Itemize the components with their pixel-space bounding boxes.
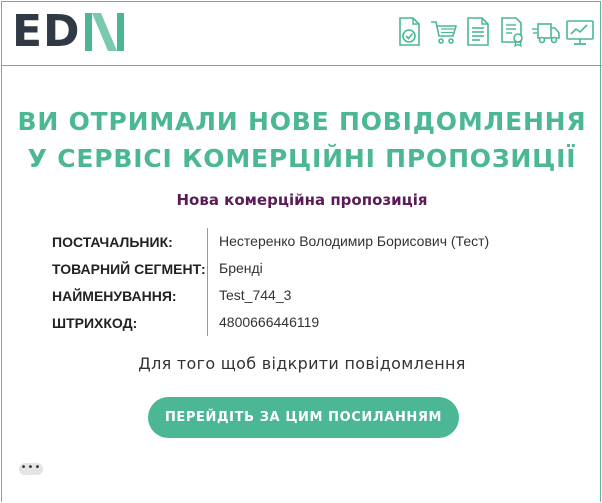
details-table: ПОСТАЧАЛЬНИК: Нестеренко Володимир Борис… xyxy=(52,228,489,336)
email-header: ED xyxy=(2,2,602,66)
supplier-value: Нестеренко Володимир Борисович (Тест) xyxy=(207,228,489,255)
headline-line-1: ВИ ОТРИМАЛИ НОВЕ ПОВІДОМЛЕННЯ xyxy=(17,107,587,136)
shopping-cart-icon[interactable] xyxy=(430,16,458,48)
name-label: НАЙМЕНУВАННЯ: xyxy=(52,287,177,304)
message-headline: ВИ ОТРИМАЛИ НОВЕ ПОВІДОМЛЕННЯ У СЕРВІСІ … xyxy=(2,103,602,177)
logo-n-mark xyxy=(84,13,124,51)
document-lines-icon[interactable] xyxy=(464,16,492,48)
more-options-button[interactable]: ••• xyxy=(19,463,43,475)
edin-logo: ED xyxy=(12,6,127,57)
segment-value: Бренді xyxy=(207,255,263,282)
delivery-truck-icon[interactable] xyxy=(532,16,560,48)
barcode-value: 4800666446119 xyxy=(207,309,319,336)
segment-label: ТОВАРНИЙ СЕГМЕНТ: xyxy=(52,260,206,277)
headline-line-2: У СЕРВІСІ КОМЕРЦІЙНІ ПРОПОЗИЦІЇ xyxy=(27,144,577,173)
message-subtitle: Нова комерційна пропозиція xyxy=(176,191,428,209)
service-icons xyxy=(396,16,594,48)
cta-text: Для того щоб відкрити повідомлення xyxy=(138,354,466,373)
detail-row-supplier: ПОСТАЧАЛЬНИК: Нестеренко Володимир Борис… xyxy=(52,228,489,255)
email-frame: ED ВИ ОТРИМАЛИ НОВЕ ПОВІДОМЛЕННЯ У СЕРВІ… xyxy=(1,1,602,502)
name-value: Test_744_3 xyxy=(207,282,291,309)
detail-row-barcode: ШТРИХКОД: 4800666446119 xyxy=(52,309,489,336)
certificate-document-icon[interactable] xyxy=(498,16,526,48)
barcode-label: ШТРИХКОД: xyxy=(52,314,138,331)
monitor-chart-icon[interactable] xyxy=(566,16,594,48)
open-message-button[interactable]: ПЕРЕЙДІТЬ ЗА ЦИМ ПОСИЛАННЯМ xyxy=(148,397,459,438)
detail-row-name: НАЙМЕНУВАННЯ: Test_744_3 xyxy=(52,282,489,309)
supplier-label: ПОСТАЧАЛЬНИК: xyxy=(52,233,173,250)
logo-letters: ED xyxy=(12,6,81,57)
detail-row-segment: ТОВАРНИЙ СЕГМЕНТ: Бренді xyxy=(52,255,489,282)
document-check-icon[interactable] xyxy=(396,16,424,48)
